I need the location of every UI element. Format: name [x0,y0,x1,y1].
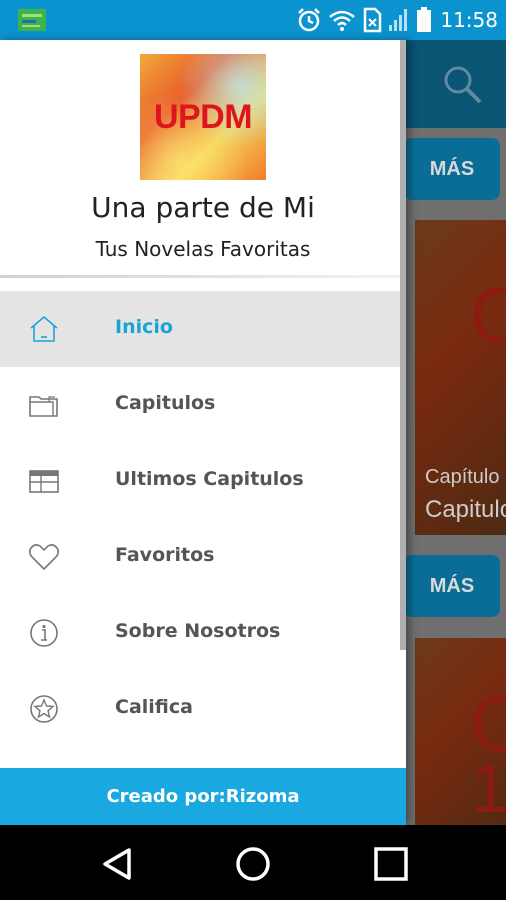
navigation-drawer: UPDM Una parte de Mi Tus Novelas Favorit… [0,40,406,825]
menu-item-califica[interactable]: Califica [0,671,406,747]
back-icon[interactable] [97,844,137,884]
drawer-scrollbar[interactable] [400,40,406,650]
wifi-icon [329,10,356,31]
header-divider [0,275,406,278]
menu-label: Ultimos Capitulos [115,468,304,490]
battery-icon [417,7,432,32]
menu-item-inicio[interactable]: Inicio [0,291,406,367]
signal-icon [389,9,408,31]
more-button[interactable]: MÁS [404,138,500,200]
menu-label: Sobre Nosotros [115,620,281,642]
status-time: 11:58 [440,8,498,32]
menu-label: Inicio [115,316,173,338]
recents-icon[interactable] [371,844,411,884]
drawer-header: UPDM Una parte de Mi Tus Novelas Favorit… [0,40,406,278]
menu-item-capitulos[interactable]: Capitulos [0,367,406,443]
heart-icon [28,544,60,571]
info-icon [30,619,58,647]
drawer-footer[interactable]: Creado por:Rizoma [0,768,406,825]
star-icon [30,695,58,723]
app-notification-icon [18,9,46,31]
app-logo: UPDM [140,54,266,180]
menu-item-favoritos[interactable]: Favoritos [0,519,406,595]
navigation-bar [0,825,506,900]
status-icons: 11:58 [296,6,498,34]
card-caption-large: Capitulo [425,496,506,523]
folder-icon [29,396,58,417]
chapter-card[interactable]: O Capítulo Capitulo [415,220,506,535]
search-icon[interactable] [440,62,484,106]
menu-item-sobre-nosotros[interactable]: Sobre Nosotros [0,595,406,671]
card-number: 1 [470,749,506,825]
card-caption-small: Capítulo [425,466,500,488]
calendar-icon [29,470,59,493]
card-logo-letter: O [470,271,506,360]
menu-item-ultimos-capitulos[interactable]: Ultimos Capitulos [0,443,406,519]
logo-text: UPDM [153,98,253,136]
alarm-clock-icon [298,8,321,32]
status-bar: 11:58 [0,0,506,40]
menu-label: Califica [115,696,193,718]
drawer-subtitle: Tus Novelas Favoritas [95,237,311,261]
home-circle-icon[interactable] [233,844,273,884]
menu-label: Favoritos [115,544,215,566]
more-button-2[interactable]: MÁS [404,555,500,617]
no-sim-icon [364,7,382,33]
home-icon [30,315,58,342]
menu-label: Capitulos [115,392,216,414]
drawer-title: Una parte de Mi [91,191,315,224]
chapter-card-2[interactable]: O 1 [415,638,506,825]
drawer-menu: Inicio Capitulos Ultimos Capitulos Favor… [0,291,406,747]
